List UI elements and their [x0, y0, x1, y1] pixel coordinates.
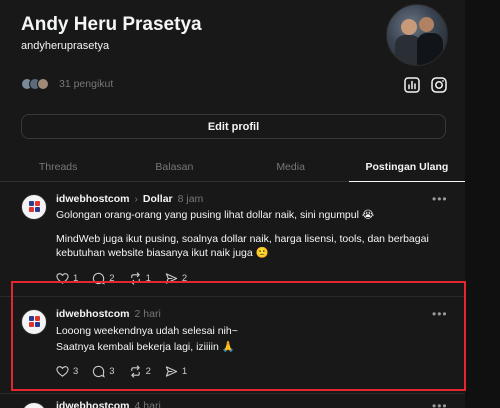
- like-button[interactable]: 3: [56, 365, 78, 378]
- tab-media[interactable]: Media: [233, 152, 349, 181]
- post-actions: 3 3 2 1: [56, 365, 187, 378]
- profile-avatar[interactable]: [386, 4, 448, 66]
- post-username[interactable]: idwebhostcom: [56, 308, 130, 320]
- reply-button[interactable]: 2: [92, 272, 115, 285]
- like-count: 1: [73, 273, 79, 284]
- post-avatar[interactable]: [21, 194, 47, 220]
- repost-count: 2: [145, 366, 151, 377]
- share-button[interactable]: 1: [165, 365, 187, 378]
- profile-name: Andy Heru Prasetya: [21, 14, 202, 35]
- post-text: Saatnya kembali bekerja lagi, iziiiin 🙏: [56, 341, 235, 353]
- profile-tabs: Threads Balasan Media Postingan Ulang: [0, 152, 465, 182]
- chevron-right-icon: ›: [134, 193, 138, 205]
- comment-icon: [93, 365, 106, 378]
- post-actions: 1 2 1 2: [56, 272, 187, 285]
- post-time: 4 hari: [134, 400, 161, 408]
- post-header: idwebhostcom 4 hari: [56, 400, 161, 408]
- post-topic[interactable]: Dollar: [143, 193, 173, 205]
- tab-threads[interactable]: Threads: [0, 152, 116, 181]
- post-avatar[interactable]: [21, 309, 47, 335]
- repost-count: 1: [145, 273, 151, 284]
- send-icon: [165, 366, 178, 377]
- follower-avatars: [21, 78, 49, 90]
- heart-icon: [56, 366, 69, 377]
- page-background: [465, 0, 500, 408]
- repost-icon: [130, 365, 140, 378]
- post-avatar[interactable]: [21, 402, 47, 408]
- comment-icon: [93, 272, 106, 285]
- tab-postingan-ulang[interactable]: Postingan Ulang: [348, 152, 465, 182]
- more-options-icon[interactable]: •••: [432, 192, 448, 206]
- profile-handle: andyheruprasetya: [21, 40, 110, 52]
- post-text: Golongan orang-orang yang pusing lihat d…: [56, 209, 375, 221]
- post-username[interactable]: idwebhostcom: [56, 193, 130, 205]
- followers-count: 31 pengikut: [59, 78, 114, 90]
- like-count: 3: [73, 366, 79, 377]
- instagram-icon[interactable]: [430, 76, 448, 94]
- bar-chart-icon[interactable]: [403, 76, 421, 94]
- post-username[interactable]: idwebhostcom: [56, 400, 130, 408]
- followers-link[interactable]: 31 pengikut: [21, 78, 113, 90]
- post-header: idwebhostcom › Dollar 8 jam: [56, 193, 203, 205]
- reply-count: 2: [109, 273, 115, 284]
- post-time: 8 jam: [177, 193, 204, 205]
- like-button[interactable]: 1: [56, 272, 78, 285]
- divider: [0, 296, 465, 297]
- share-count: 1: [181, 366, 188, 377]
- edit-profile-button[interactable]: Edit profil: [21, 114, 446, 139]
- share-button[interactable]: 2: [165, 272, 187, 285]
- repost-icon: [130, 272, 140, 285]
- post-text: MindWeb juga ikut pusing, soalnya dollar…: [56, 233, 429, 259]
- divider: [0, 393, 465, 394]
- reply-button[interactable]: 3: [92, 365, 115, 378]
- profile-panel: Andy Heru Prasetya andyheruprasetya 31 p…: [0, 0, 465, 408]
- repost-button[interactable]: 1: [129, 272, 151, 285]
- reply-count: 3: [109, 366, 115, 377]
- post-header: idwebhostcom 2 hari: [56, 308, 161, 320]
- more-options-icon[interactable]: •••: [432, 307, 448, 321]
- post-time: 2 hari: [134, 308, 161, 320]
- post-text: Looong weekendnya udah selesai nih~: [56, 325, 238, 337]
- avatar: [37, 78, 49, 90]
- send-icon: [165, 273, 178, 284]
- heart-icon: [56, 273, 69, 284]
- repost-button[interactable]: 2: [129, 365, 151, 378]
- more-options-icon[interactable]: •••: [432, 399, 448, 408]
- tab-balasan[interactable]: Balasan: [116, 152, 232, 181]
- share-count: 2: [181, 273, 188, 284]
